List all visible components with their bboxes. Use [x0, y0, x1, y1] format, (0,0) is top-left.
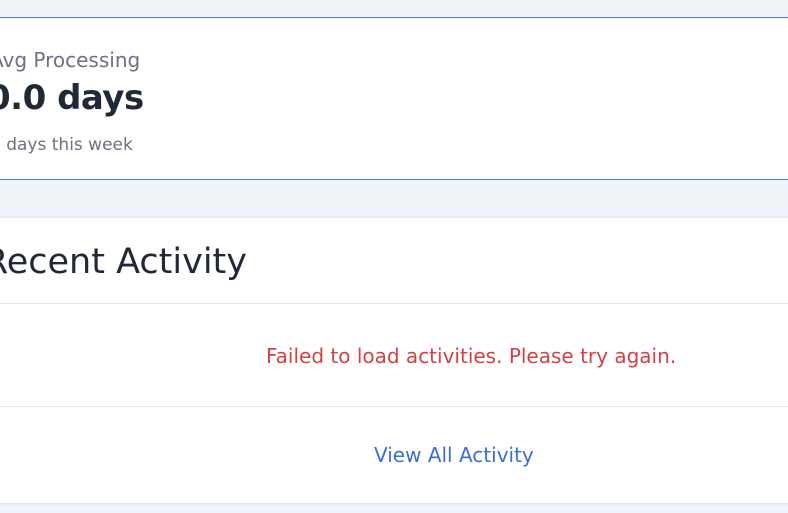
- recent-activity-footer: View All Activity: [0, 407, 788, 503]
- recent-activity-body: Failed to load activities. Please try ag…: [0, 304, 788, 407]
- stat-value: 0.0 days: [0, 78, 144, 118]
- stat-subtext: 0 days this week: [0, 135, 133, 155]
- recent-activity-title: Recent Activity: [0, 242, 247, 282]
- recent-activity-header: Recent Activity: [0, 218, 788, 304]
- recent-activity-card: Recent Activity Failed to load activitie…: [0, 217, 788, 503]
- stat-label: Avg Processing: [0, 48, 141, 72]
- error-message: Failed to load activities. Please try ag…: [266, 344, 677, 368]
- avg-processing-card: Avg Processing 0.0 days 0 days this week: [0, 17, 788, 180]
- view-all-activity-link[interactable]: View All Activity: [374, 443, 534, 467]
